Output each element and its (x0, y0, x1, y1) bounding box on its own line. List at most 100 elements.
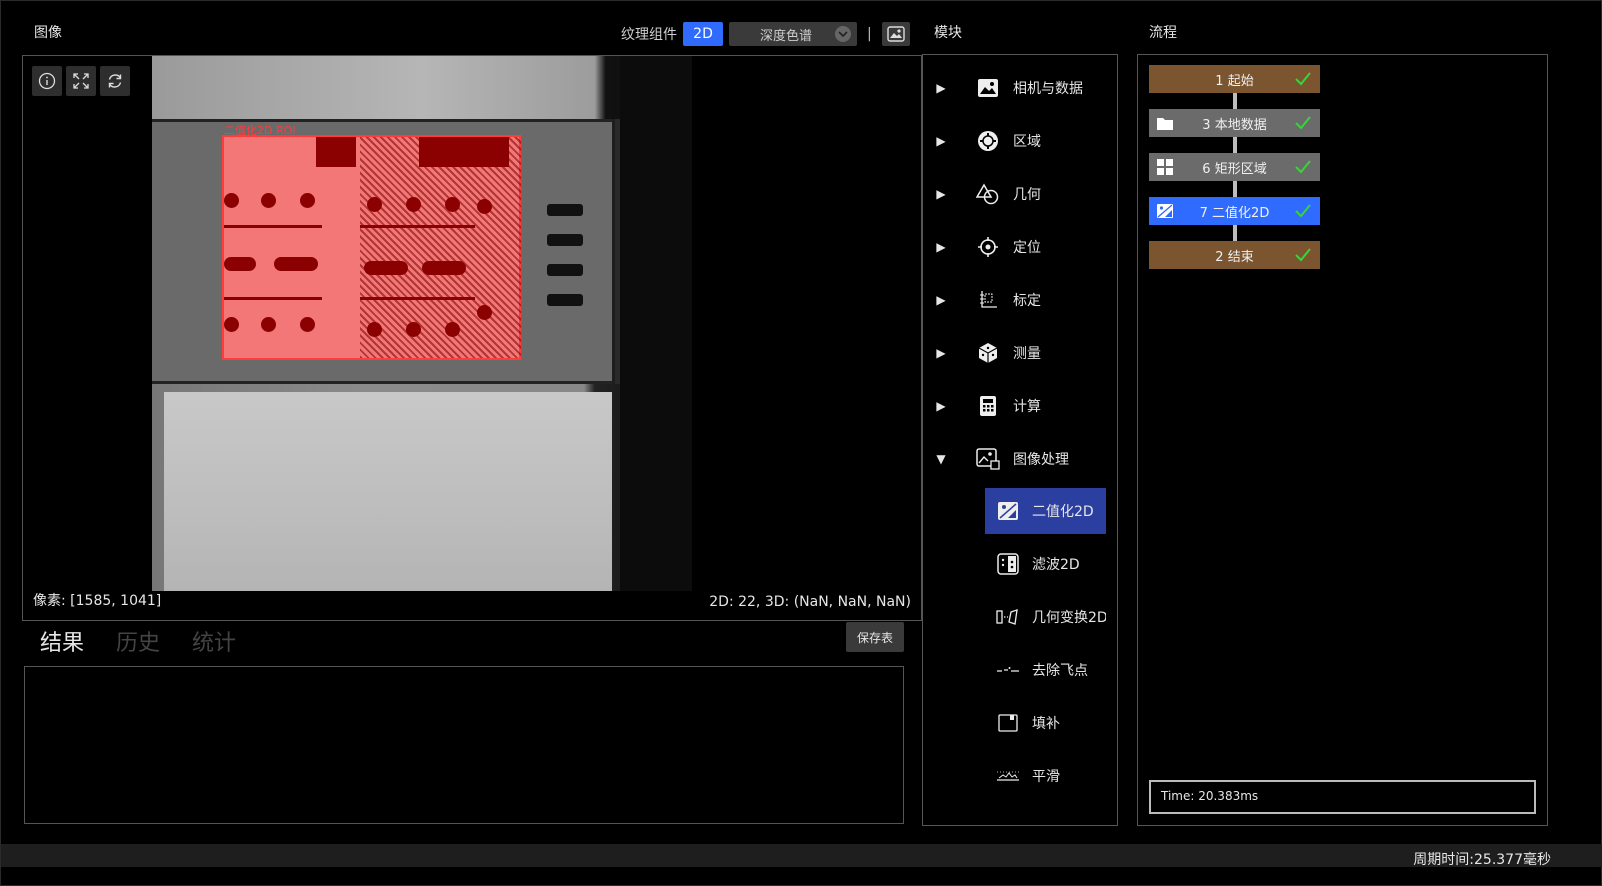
expand-arrow-icon[interactable]: ▶ (935, 240, 947, 254)
region-icon (975, 128, 1001, 154)
status-bar (1, 844, 1602, 867)
module-locate[interactable]: ▶ 定位 (923, 227, 1117, 267)
colormap-value: 深度色谱 (759, 28, 812, 44)
flow-node-label: 2 结束 (1215, 249, 1254, 265)
submodule-geometric-transform-2d[interactable]: 几何变换2D (985, 594, 1106, 640)
grid-icon (1155, 157, 1175, 177)
module-compute[interactable]: ▶ 计算 (923, 386, 1117, 426)
info-icon (38, 72, 56, 90)
flow-node-label: 7 二值化2D (1199, 205, 1270, 221)
cube-icon (975, 340, 1001, 366)
binarize-icon (1155, 201, 1175, 221)
check-icon (1295, 72, 1311, 86)
submodule-label: 去除飞点 (1032, 663, 1088, 679)
modules-panel: ▶ 相机与数据 ▶ 区域 ▶ 几何 ▶ 定位 ▶ 标定 ▶ 测量 ▶ 计算 ▼ … (922, 54, 1118, 826)
submodule-binarize-2d[interactable]: 二值化2D (985, 488, 1106, 534)
toolbar-separator: | (867, 26, 872, 42)
save-table-button[interactable]: 保存表 (846, 622, 904, 652)
geometry-icon (975, 181, 1001, 207)
transform-icon (995, 604, 1021, 630)
image-process-icon (975, 446, 1001, 472)
expand-icon (73, 73, 89, 89)
chevron-down-icon (835, 26, 851, 42)
tab-results[interactable]: 结果 (40, 625, 84, 657)
image-viewer[interactable]: 二值化2D ROI 像素: [1585, 1041] 2D: 22, 3D: (… (22, 55, 922, 621)
module-calibration[interactable]: ▶ 标定 (923, 280, 1117, 320)
module-label: 计算 (1013, 399, 1041, 415)
calculator-icon (975, 393, 1001, 419)
check-icon (1295, 204, 1311, 218)
expand-arrow-icon[interactable]: ▶ (935, 293, 947, 307)
execution-time: Time: 20.383ms (1149, 780, 1536, 814)
collapse-arrow-icon[interactable]: ▼ (935, 452, 947, 466)
refresh-icon (108, 74, 122, 88)
submodule-label: 滤波2D (1032, 557, 1080, 573)
expand-arrow-icon[interactable]: ▶ (935, 187, 947, 201)
submodule-label: 二值化2D (1032, 504, 1094, 520)
fill-icon (995, 710, 1021, 736)
calibration-icon (975, 287, 1001, 313)
module-region[interactable]: ▶ 区域 (923, 121, 1117, 161)
expand-arrow-icon[interactable]: ▶ (935, 346, 947, 360)
submodule-remove-outliers[interactable]: 去除飞点 (985, 647, 1106, 693)
module-label: 几何 (1013, 187, 1041, 203)
fit-view-button[interactable] (66, 66, 96, 96)
expand-arrow-icon[interactable]: ▶ (935, 81, 947, 95)
submodule-label: 平滑 (1032, 769, 1060, 785)
module-camera-data[interactable]: ▶ 相机与数据 (923, 68, 1117, 108)
flow-node-end[interactable]: 2 结束 (1149, 241, 1320, 269)
texture-component-label: 纹理组件 (621, 27, 677, 43)
module-geometry[interactable]: ▶ 几何 (923, 174, 1117, 214)
roi-label: 二值化2D ROI (224, 124, 296, 137)
flow-node-binarize-2d[interactable]: 7 二值化2D (1149, 197, 1320, 225)
remove-outliers-icon (995, 657, 1021, 683)
binarize-icon (995, 498, 1021, 524)
pixel-coordinate-status: 像素: [1585, 1041] (33, 593, 162, 609)
picture-icon (887, 26, 905, 42)
tab-statistics[interactable]: 统计 (192, 625, 236, 657)
results-table (24, 666, 904, 824)
flow-node-local-data[interactable]: 3 本地数据 (1149, 109, 1320, 137)
image-view-button[interactable] (881, 22, 910, 46)
cycle-time: 周期时间:25.377毫秒 (1413, 852, 1551, 868)
module-image-processing[interactable]: ▼ 图像处理 (923, 439, 1117, 479)
check-icon (1295, 248, 1311, 262)
expand-arrow-icon[interactable]: ▶ (935, 134, 947, 148)
submodule-label: 几何变换2D (1032, 610, 1106, 626)
module-label: 标定 (1013, 293, 1041, 309)
pixel-value-status: 2D: 22, 3D: (NaN, NaN, NaN) (709, 594, 911, 610)
submodule-fill[interactable]: 填补 (985, 700, 1106, 746)
expand-arrow-icon[interactable]: ▶ (935, 399, 947, 413)
mode-2d-button[interactable]: 2D (683, 22, 723, 46)
image-toolbar: 纹理组件 2D 深度色谱 | (621, 22, 910, 46)
check-icon (1295, 160, 1311, 174)
check-icon (1295, 116, 1311, 130)
filter-icon (995, 551, 1021, 577)
submodule-filter-2d[interactable]: 滤波2D (985, 541, 1106, 587)
flow-section-title: 流程 (1149, 25, 1177, 41)
refresh-button[interactable] (100, 66, 130, 96)
module-label: 测量 (1013, 346, 1041, 362)
folder-icon (1155, 113, 1175, 133)
flow-node-label: 6 矩形区域 (1202, 161, 1267, 177)
flow-node-rect-region[interactable]: 6 矩形区域 (1149, 153, 1320, 181)
crosshair-icon (975, 234, 1001, 260)
app-window: 图像 模块 流程 纹理组件 2D 深度色谱 | 二值化2D ROI 像素: [1… (0, 0, 1602, 886)
module-label: 相机与数据 (1013, 81, 1083, 97)
flow-node-label: 1 起始 (1215, 73, 1254, 89)
smooth-icon (995, 763, 1021, 789)
submodule-smooth[interactable]: 平滑 (985, 753, 1106, 799)
image-section-title: 图像 (34, 25, 62, 41)
info-button[interactable] (32, 66, 62, 96)
colormap-select[interactable]: 深度色谱 (729, 22, 857, 46)
flow-node-start[interactable]: 1 起始 (1149, 65, 1320, 93)
module-label: 定位 (1013, 240, 1041, 256)
image-icon (975, 75, 1001, 101)
results-tabs: 结果 历史 统计 (40, 625, 236, 657)
modules-section-title: 模块 (934, 25, 962, 41)
tab-history[interactable]: 历史 (116, 625, 160, 657)
module-label: 图像处理 (1013, 452, 1069, 468)
module-label: 区域 (1013, 134, 1041, 150)
module-measure[interactable]: ▶ 测量 (923, 333, 1117, 373)
submodule-label: 填补 (1032, 716, 1060, 732)
